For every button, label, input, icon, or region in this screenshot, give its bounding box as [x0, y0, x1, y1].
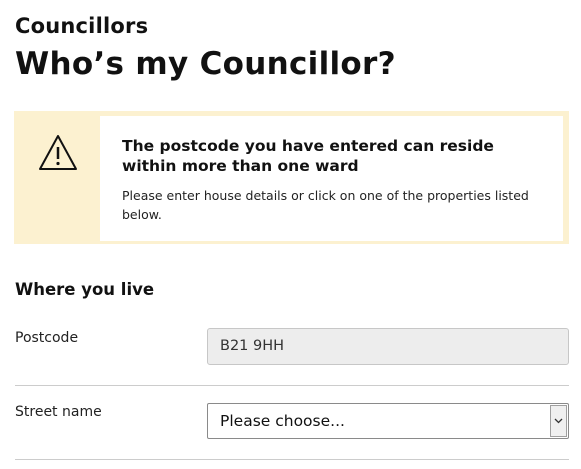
warning-heading: The postcode you have entered can reside…: [122, 137, 494, 175]
street-name-label: Street name: [15, 404, 102, 420]
warning-panel: The postcode you have entered can reside…: [14, 111, 569, 244]
warning-icon-box: [14, 111, 100, 244]
fieldset-legend: Where you live: [15, 280, 155, 299]
warning-text: Please enter house details or click on o…: [122, 188, 529, 222]
chevron-down-icon: [554, 418, 563, 424]
street-name-select[interactable]: Please choose...: [207, 403, 569, 439]
page-title: Who’s my Councillor?: [15, 46, 396, 82]
section-label: Councillors: [15, 14, 149, 38]
warning-triangle-icon: [39, 135, 77, 170]
postcode-input[interactable]: B21 9HH: [207, 328, 569, 365]
warning-body: The postcode you have entered can reside…: [100, 116, 563, 241]
select-arrow-button[interactable]: [550, 405, 567, 437]
postcode-label: Postcode: [15, 330, 79, 346]
street-name-selected-value: Please choose...: [220, 412, 345, 430]
divider: [15, 385, 569, 386]
divider: [15, 459, 569, 460]
